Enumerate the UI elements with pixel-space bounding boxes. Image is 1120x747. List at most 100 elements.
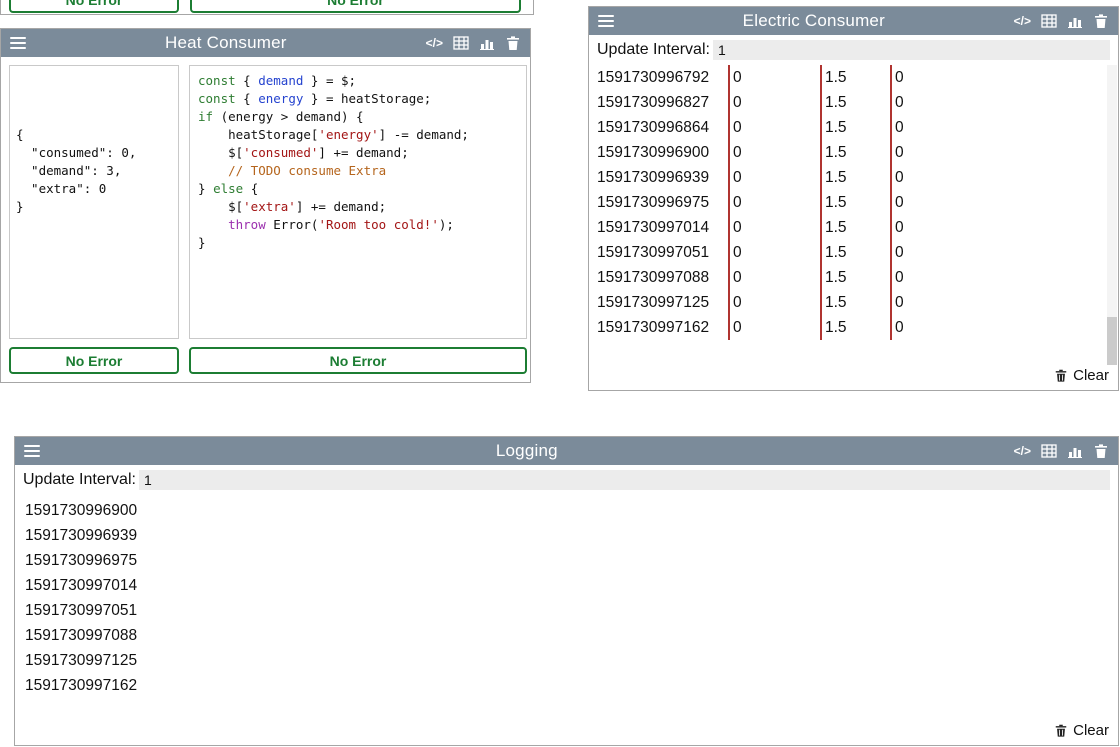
update-interval-input[interactable]	[139, 470, 1110, 490]
value-cell: 0	[728, 115, 820, 140]
timestamp-cell: 1591730997088	[597, 265, 728, 290]
update-interval-row: Update Interval:	[589, 35, 1118, 62]
table-icon[interactable]	[453, 35, 469, 51]
state-line: {	[16, 126, 172, 144]
table-row: 1591730996939 0 1.5 0	[589, 165, 1118, 190]
value-cell: 1.5	[820, 265, 890, 290]
timestamp-cell: 1591730997051	[597, 240, 728, 265]
log-list: 1591730996900159173099693915917309969751…	[15, 492, 1118, 698]
log-entry: 1591730997051	[25, 598, 1118, 623]
state-line: "extra": 0	[16, 180, 172, 198]
value-cell: 0	[728, 265, 820, 290]
timestamp-cell: 1591730997125	[597, 290, 728, 315]
panel-header: Logging </>	[15, 437, 1118, 465]
value-cell: 0	[890, 315, 904, 340]
table-icon[interactable]	[1041, 443, 1057, 459]
clear-label: Clear	[1073, 722, 1109, 739]
timestamp-cell: 1591730996792	[597, 65, 728, 90]
value-cell: 0	[728, 240, 820, 265]
value-cell: 0	[728, 165, 820, 190]
value-cell: 1.5	[820, 65, 890, 90]
no-error-button[interactable]: No Error	[189, 347, 527, 374]
trash-icon[interactable]	[505, 35, 521, 51]
trash-icon[interactable]	[1093, 13, 1109, 29]
scrollbar[interactable]	[1107, 65, 1117, 365]
header-icons: </>	[1014, 443, 1109, 459]
value-cell: 1.5	[820, 215, 890, 240]
value-cell: 0	[890, 165, 904, 190]
timestamp-cell: 1591730996939	[597, 165, 728, 190]
drag-handle-icon[interactable]	[598, 15, 614, 27]
value-cell: 0	[728, 290, 820, 315]
trash-icon[interactable]	[1093, 443, 1109, 459]
panel-title: Heat Consumer	[34, 33, 418, 53]
no-error-button[interactable]: No Error	[9, 347, 179, 374]
bar-chart-icon[interactable]	[479, 35, 495, 51]
timestamp-cell: 1591730996975	[597, 190, 728, 215]
bar-chart-icon[interactable]	[1067, 443, 1083, 459]
electric-consumer-panel: Electric Consumer </> Update Interval: 1…	[588, 6, 1119, 391]
table-row: 1591730996900 0 1.5 0	[589, 140, 1118, 165]
value-cell: 1.5	[820, 290, 890, 315]
value-cell: 1.5	[820, 165, 890, 190]
log-entry: 1591730997162	[25, 673, 1118, 698]
data-table: 1591730996792 0 1.5 0 1591730996827 0 1.…	[589, 62, 1118, 340]
table-row: 1591730996792 0 1.5 0	[589, 65, 1118, 90]
drag-handle-icon[interactable]	[24, 445, 40, 457]
value-cell: 0	[728, 65, 820, 90]
value-cell: 0	[728, 190, 820, 215]
update-interval-row: Update Interval:	[15, 465, 1118, 492]
code-icon[interactable]: </>	[1014, 13, 1031, 29]
drag-handle-icon[interactable]	[10, 37, 26, 49]
table-row: 1591730997051 0 1.5 0	[589, 240, 1118, 265]
header-icons: </>	[1014, 13, 1109, 29]
clear-label: Clear	[1073, 367, 1109, 384]
timestamp-cell: 1591730996900	[597, 140, 728, 165]
update-interval-label: Update Interval:	[597, 41, 710, 59]
header-icons: </>	[426, 35, 521, 51]
panel-header: Heat Consumer </>	[1, 29, 530, 57]
value-cell: 1.5	[820, 190, 890, 215]
panel-header: Electric Consumer </>	[589, 7, 1118, 35]
no-error-button[interactable]: No Error	[9, 0, 179, 13]
scrollbar-thumb[interactable]	[1107, 317, 1117, 365]
value-cell: 1.5	[820, 90, 890, 115]
timestamp-cell: 1591730997014	[597, 215, 728, 240]
clear-button[interactable]: Clear	[1054, 367, 1109, 384]
heat-consumer-panel: Heat Consumer </> { "consumed": 0, "dema…	[0, 28, 531, 383]
table-icon[interactable]	[1041, 13, 1057, 29]
state-line: }	[16, 198, 172, 216]
state-line: "demand": 3,	[16, 162, 172, 180]
table-row: 1591730996827 0 1.5 0	[589, 90, 1118, 115]
code-icon[interactable]: </>	[1014, 443, 1031, 459]
value-cell: 0	[890, 290, 904, 315]
value-cell: 0	[890, 190, 904, 215]
trash-icon	[1054, 723, 1068, 738]
timestamp-cell: 1591730996827	[597, 90, 728, 115]
value-cell: 0	[728, 215, 820, 240]
panel-title: Electric Consumer	[622, 11, 1006, 31]
table-row: 1591730997014 0 1.5 0	[589, 215, 1118, 240]
update-interval-input[interactable]	[713, 40, 1110, 60]
trash-icon	[1054, 368, 1068, 383]
clear-button[interactable]: Clear	[1054, 722, 1109, 739]
log-entry: 1591730997014	[25, 573, 1118, 598]
log-entry: 1591730996939	[25, 523, 1118, 548]
bar-chart-icon[interactable]	[1067, 13, 1083, 29]
log-entry: 1591730997088	[25, 623, 1118, 648]
code-icon[interactable]: </>	[426, 35, 443, 51]
value-cell: 0	[728, 140, 820, 165]
value-cell: 1.5	[820, 140, 890, 165]
code-editor[interactable]: const { demand } = $;const { energy } = …	[189, 65, 527, 339]
value-cell: 1.5	[820, 315, 890, 340]
update-interval-label: Update Interval:	[23, 471, 136, 489]
state-view: { "consumed": 0, "demand": 3, "extra": 0…	[9, 65, 179, 339]
log-entry: 1591730997125	[25, 648, 1118, 673]
value-cell: 0	[890, 65, 904, 90]
no-error-button[interactable]: No Error	[190, 0, 521, 13]
value-cell: 0	[728, 90, 820, 115]
table-row: 1591730996864 0 1.5 0	[589, 115, 1118, 140]
timestamp-cell: 1591730996864	[597, 115, 728, 140]
log-entry: 1591730996900	[25, 498, 1118, 523]
value-cell: 0	[890, 240, 904, 265]
